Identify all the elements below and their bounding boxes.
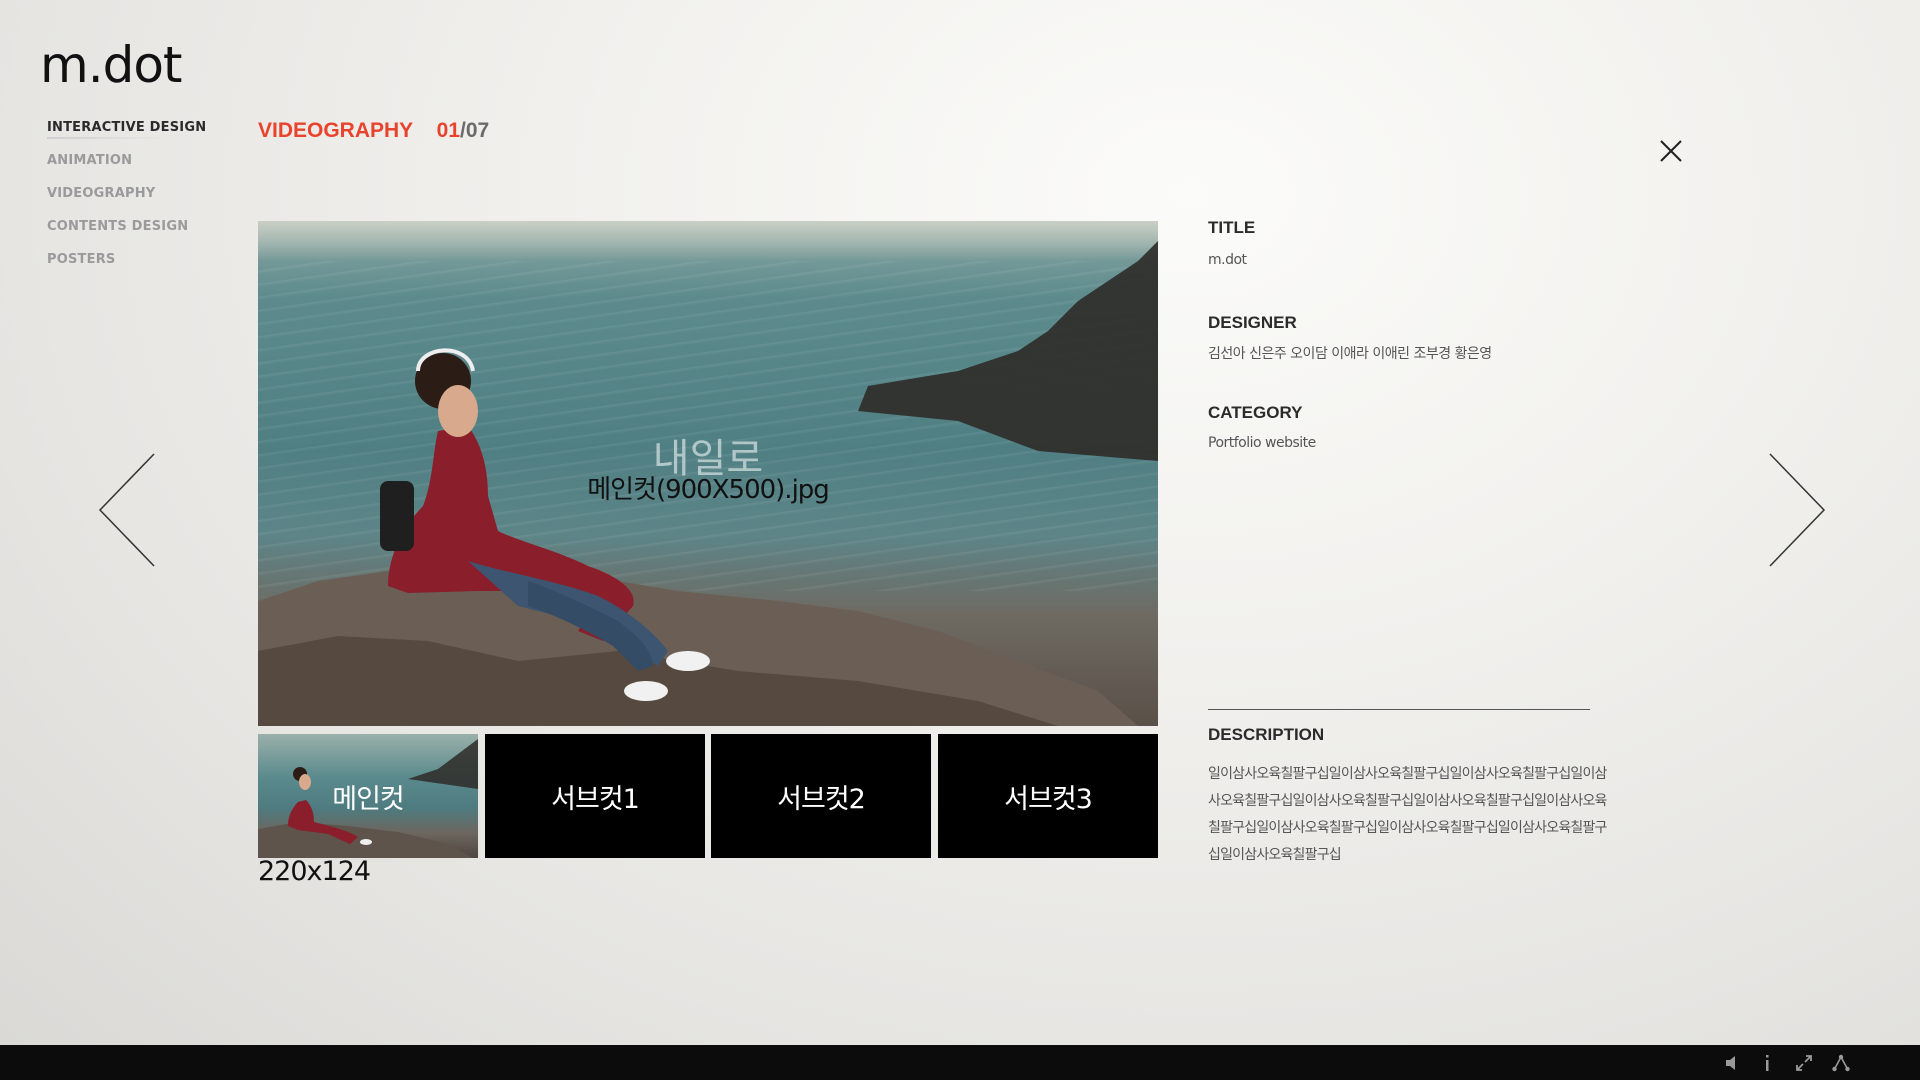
title-label: TITLE	[1208, 218, 1256, 237]
thumbnail-label: 서브컷1	[551, 783, 640, 815]
prev-button[interactable]	[98, 452, 158, 568]
close-icon	[1660, 140, 1682, 162]
description-block: DESCRIPTION 일이삼사오육칠팔구십일이삼사오육칠팔구십일이삼사오육칠팔…	[1208, 725, 1628, 869]
share-icon	[1832, 1054, 1850, 1072]
section-header: VIDEOGRAPHY 01/07	[258, 118, 489, 144]
bottom-toolbar	[0, 1045, 1920, 1080]
logo[interactable]: m.dot	[40, 40, 183, 90]
chevron-right-icon	[1769, 453, 1826, 567]
main-image-filename: 메인컷(900X500).jpg	[587, 475, 830, 505]
info-icon	[1766, 1055, 1769, 1071]
fullscreen-icon	[1796, 1055, 1812, 1071]
thumbnail-main[interactable]: 메인컷	[258, 734, 478, 858]
fullscreen-button[interactable]	[1794, 1053, 1814, 1073]
title-block: TITLE m.dot	[1208, 218, 1255, 268]
close-button[interactable]	[1658, 138, 1684, 164]
page-counter: 01/07	[437, 119, 490, 142]
title-value: m.dot	[1208, 252, 1247, 268]
page-counter-total: 07	[465, 119, 490, 142]
info-button[interactable]	[1757, 1053, 1777, 1073]
share-button[interactable]	[1831, 1053, 1851, 1073]
category-label: CATEGORY	[1208, 403, 1303, 422]
designer-value: 김선아 신은주 오이담 이애라 이애린 조부경 황은영	[1208, 346, 1492, 362]
designer-block: DESIGNER 김선아 신은주 오이담 이애라 이애린 조부경 황은영	[1208, 313, 1492, 363]
thumbnail-sub-1[interactable]: 서브컷1	[485, 734, 705, 858]
description-divider	[1208, 709, 1590, 710]
page-counter-current: 01	[436, 119, 461, 142]
category-block: CATEGORY Portfolio website	[1208, 403, 1316, 451]
main-image: 내일로 메인컷(900X500).jpg	[258, 221, 1158, 726]
thumbnail-label: 서브컷3	[1004, 783, 1093, 815]
chevron-left-icon	[98, 453, 155, 567]
category-nav: INTERACTIVE DESIGN ANIMATION VIDEOGRAPHY…	[47, 118, 206, 283]
thumbnail-sub-3[interactable]: 서브컷3	[938, 734, 1158, 858]
nav-item-interactive-design[interactable]: INTERACTIVE DESIGN	[47, 118, 206, 151]
thumbnail-label: 메인컷	[332, 783, 405, 815]
description-text: 일이삼사오육칠팔구십일이삼사오육칠팔구십일이삼사오육칠팔구십일이삼사오육칠팔구십…	[1208, 766, 1607, 863]
nav-item-posters[interactable]: POSTERS	[47, 250, 206, 283]
thumbnail-label: 서브컷2	[777, 783, 866, 815]
thumbnail-strip: 메인컷 서브컷1 서브컷2 서브컷3	[258, 734, 1158, 858]
nav-item-videography[interactable]: VIDEOGRAPHY	[47, 184, 206, 217]
speaker-icon	[1726, 1056, 1735, 1070]
next-button[interactable]	[1766, 452, 1826, 568]
category-value: Portfolio website	[1208, 435, 1316, 451]
section-title: VIDEOGRAPHY	[258, 119, 413, 142]
sound-button[interactable]	[1722, 1053, 1742, 1073]
thumbnail-sub-2[interactable]: 서브컷2	[711, 734, 931, 858]
nav-item-animation[interactable]: ANIMATION	[47, 151, 206, 184]
nav-item-contents-design[interactable]: CONTENTS DESIGN	[47, 217, 206, 250]
description-label: DESCRIPTION	[1208, 725, 1325, 744]
thumbnail-size-label: 220x124	[258, 856, 371, 887]
designer-label: DESIGNER	[1208, 313, 1297, 332]
